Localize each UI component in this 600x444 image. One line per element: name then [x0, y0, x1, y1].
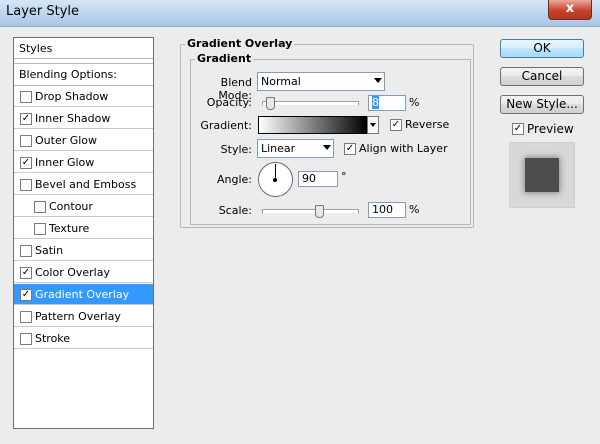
style-item-label: Outer Glow	[35, 134, 98, 147]
angle-input[interactable]: 90	[298, 171, 338, 187]
preview-label: Preview	[527, 122, 574, 136]
style-item-inner-shadow[interactable]: ✓ Inner Shadow	[14, 108, 153, 129]
reverse-checkbox[interactable]: ✓	[390, 119, 402, 131]
inner-shadow-checkbox[interactable]: ✓	[20, 113, 32, 125]
style-item-gradient-overlay[interactable]: ✓ Gradient Overlay	[14, 284, 153, 305]
style-item-label: Texture	[49, 222, 90, 235]
style-item-satin[interactable]: Satin	[14, 240, 153, 261]
blending-options-item[interactable]: Blending Options: Custom	[14, 63, 153, 103]
section-title: Gradient Overlay	[185, 37, 295, 50]
contour-checkbox[interactable]	[34, 201, 46, 213]
scale-unit: %	[409, 203, 420, 216]
style-item-stroke[interactable]: Stroke	[14, 328, 153, 349]
angle-dial[interactable]	[258, 162, 293, 197]
angle-dial-center	[273, 178, 277, 182]
style-item-label: Pattern Overlay	[35, 310, 121, 323]
gradient-picker-arrow-icon[interactable]	[367, 116, 379, 134]
style-item-inner-glow[interactable]: ✓ Inner Glow	[14, 152, 153, 173]
angle-unit: °	[341, 170, 347, 183]
blend-mode-select[interactable]: Normal	[257, 72, 385, 91]
style-item-contour[interactable]: Contour	[14, 196, 153, 217]
blend-mode-value: Normal	[261, 75, 301, 88]
style-item-label: Inner Shadow	[35, 112, 111, 125]
scale-slider-thumb[interactable]	[315, 205, 324, 218]
style-item-label: Bevel and Emboss	[35, 178, 137, 191]
new-style-button[interactable]: New Style...	[500, 95, 584, 114]
opacity-input[interactable]: 8	[368, 95, 406, 111]
style-value: Linear	[261, 142, 296, 155]
scale-label: Scale:	[218, 204, 252, 217]
style-item-label: Contour	[49, 200, 93, 213]
window-title: Layer Style	[6, 4, 80, 19]
group-title: Gradient	[195, 52, 254, 65]
color-overlay-checkbox[interactable]: ✓	[20, 267, 32, 279]
style-select[interactable]: Linear	[257, 139, 334, 158]
style-item-texture[interactable]: Texture	[14, 218, 153, 239]
style-item-bevel-emboss[interactable]: Bevel and Emboss	[14, 174, 153, 195]
styles-header[interactable]: Styles	[14, 38, 153, 59]
drop-shadow-checkbox[interactable]	[20, 91, 32, 103]
preview-square	[525, 158, 559, 192]
scale-input[interactable]: 100	[368, 202, 406, 218]
texture-checkbox[interactable]	[34, 223, 46, 235]
style-item-label: Gradient Overlay	[35, 288, 130, 301]
style-item-label: Stroke	[35, 332, 71, 345]
gradient-overlay-checkbox[interactable]: ✓	[20, 289, 32, 301]
stroke-checkbox[interactable]	[20, 333, 32, 345]
style-item-pattern-overlay[interactable]: Pattern Overlay	[14, 306, 153, 327]
opacity-value: 8	[372, 96, 379, 109]
gradient-label: Gradient:	[200, 119, 252, 132]
opacity-unit: %	[409, 96, 420, 109]
style-item-color-overlay[interactable]: ✓ Color Overlay	[14, 262, 153, 283]
style-item-label: Inner Glow	[35, 156, 95, 169]
style-item-label: Drop Shadow	[35, 90, 109, 103]
style-item-label: Color Overlay	[35, 266, 110, 279]
gradient-swatch[interactable]	[258, 116, 368, 134]
scale-slider[interactable]	[262, 209, 359, 214]
style-label: Style:	[220, 143, 252, 156]
inner-glow-checkbox[interactable]: ✓	[20, 157, 32, 169]
align-with-layer-checkbox[interactable]: ✓	[344, 143, 356, 155]
style-item-drop-shadow[interactable]: Drop Shadow	[14, 86, 153, 107]
preview-checkbox[interactable]: ✓	[512, 123, 524, 135]
chevron-down-icon	[323, 145, 331, 150]
style-item-outer-glow[interactable]: Outer Glow	[14, 130, 153, 151]
angle-label: Angle:	[216, 173, 252, 186]
reverse-label: Reverse	[405, 118, 450, 131]
opacity-label: Opacity:	[206, 96, 252, 109]
satin-checkbox[interactable]	[20, 245, 32, 257]
opacity-slider-thumb[interactable]	[265, 97, 275, 110]
style-item-label: Satin	[35, 244, 64, 257]
title-bar: Layer Style x	[0, 0, 600, 27]
bevel-emboss-checkbox[interactable]	[20, 179, 32, 191]
chevron-down-icon	[374, 78, 382, 83]
ok-button[interactable]: OK	[500, 39, 584, 58]
preview-thumbnail	[509, 142, 575, 208]
styles-list: Styles Blending Options: Custom Drop Sha…	[13, 37, 154, 429]
pattern-overlay-checkbox[interactable]	[20, 311, 32, 323]
align-with-layer-label: Align with Layer	[359, 142, 448, 155]
cancel-button[interactable]: Cancel	[500, 67, 584, 86]
outer-glow-checkbox[interactable]	[20, 135, 32, 147]
opacity-slider[interactable]	[262, 101, 359, 106]
close-button[interactable]: x	[548, 0, 592, 20]
layer-style-dialog: Layer Style x Styles Blending Options: C…	[0, 0, 600, 444]
